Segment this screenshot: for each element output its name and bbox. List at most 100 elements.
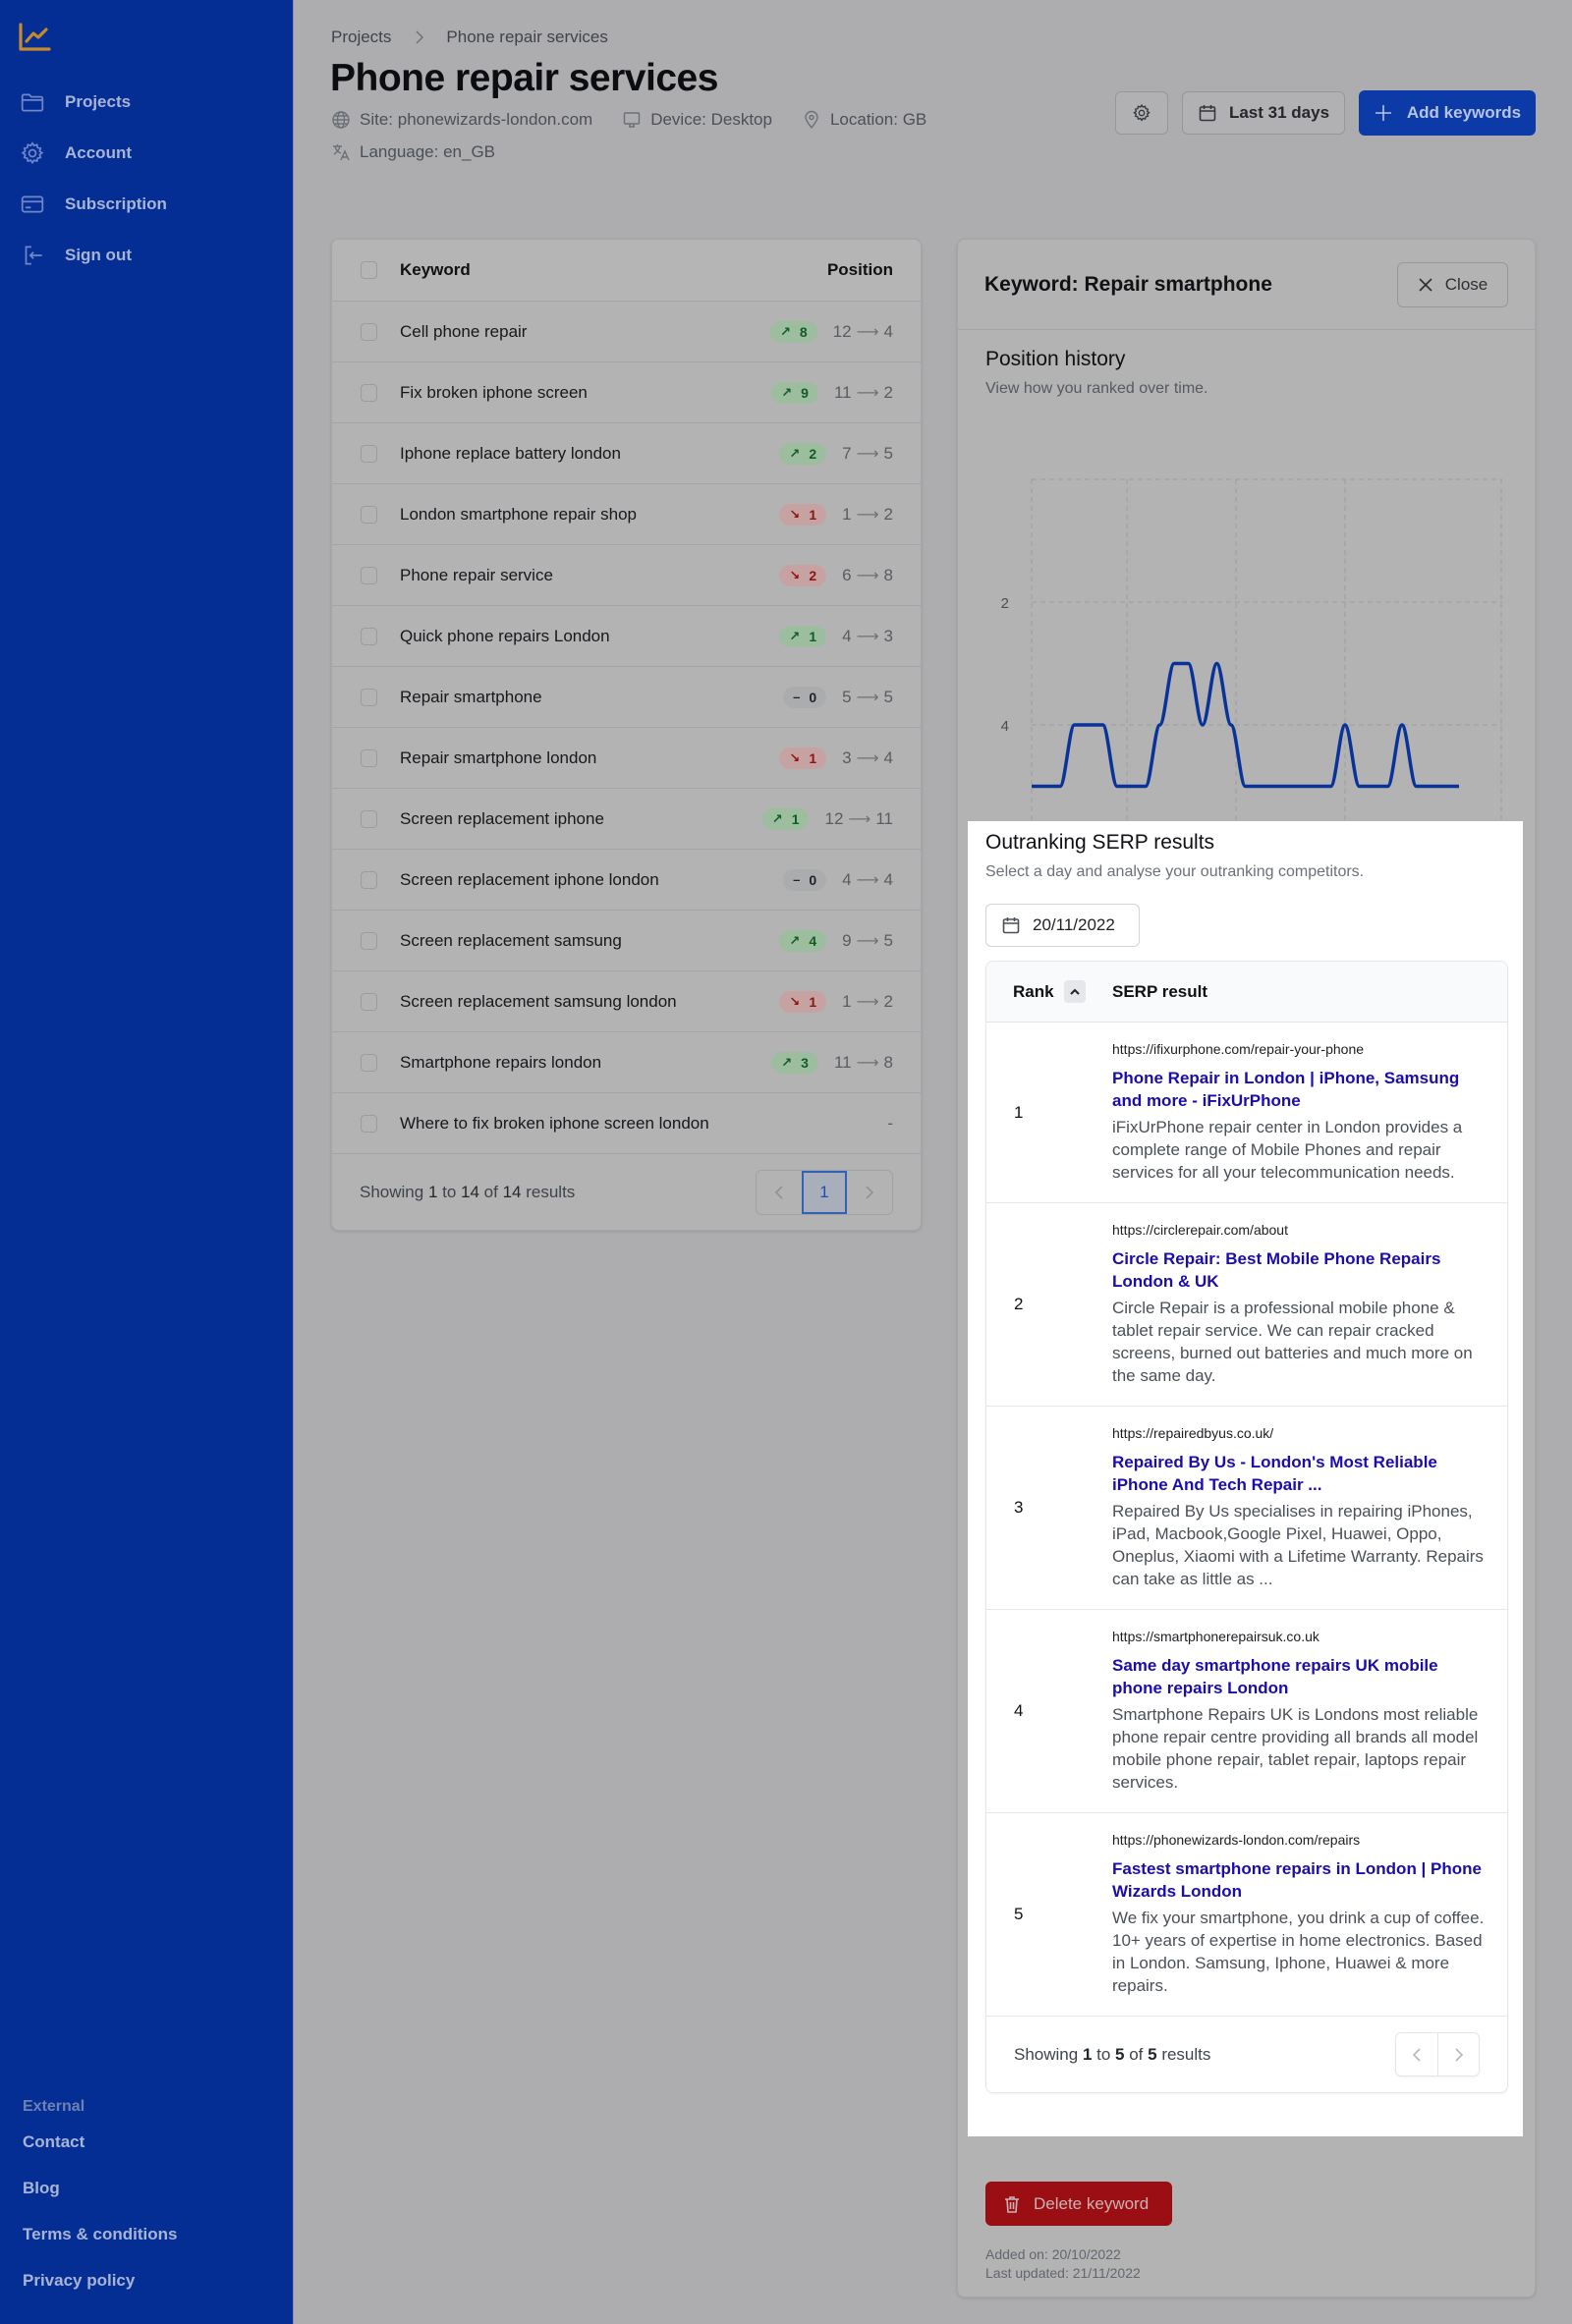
keyword-dates: Added on: 20/10/2022 Last updated: 21/11… xyxy=(985,2245,1141,2283)
row-checkbox[interactable] xyxy=(361,748,377,767)
serp-table-header: Rank SERP result xyxy=(986,962,1507,1023)
row-checkbox[interactable] xyxy=(361,627,377,645)
row-checkbox[interactable] xyxy=(361,1053,377,1072)
keyword-name[interactable]: Screen replacement iphone xyxy=(400,809,762,829)
next-page-button[interactable] xyxy=(847,1171,892,1214)
sidebar-item-subscription[interactable]: Subscription xyxy=(0,179,294,230)
breadcrumb-current[interactable]: Phone repair services xyxy=(446,28,607,47)
keyword-name[interactable]: Quick phone repairs London xyxy=(400,627,779,646)
row-checkbox[interactable] xyxy=(361,992,377,1011)
site-text: Site: phonewizards-london.com xyxy=(360,110,593,129)
keyword-name[interactable]: Cell phone repair xyxy=(400,322,770,342)
row-checkbox[interactable] xyxy=(361,383,377,402)
row-checkbox[interactable] xyxy=(361,505,377,524)
serp-result: https://phonewizards-london.com/repairs … xyxy=(1112,1813,1507,2016)
privacy-link[interactable]: Privacy policy xyxy=(23,2258,177,2304)
outranking-title: Outranking SERP results xyxy=(985,831,1215,854)
date-range-button[interactable]: Last 31 days xyxy=(1182,91,1345,135)
table-row[interactable]: Screen replacement iphone ↗ 1 12 ⟶ 11 xyxy=(332,789,921,850)
sidebar-item-account[interactable]: Account xyxy=(0,128,294,179)
position-to: 11 xyxy=(875,808,893,828)
row-checkbox[interactable] xyxy=(361,688,377,706)
sidebar-item-label: Account xyxy=(65,143,132,162)
row-checkbox[interactable] xyxy=(361,870,377,889)
table-row[interactable]: Repair smartphone london ↘ 1 3 ⟶ 4 xyxy=(332,728,921,789)
table-row[interactable]: Screen replacement samsung london ↘ 1 1 ⟶ 2 xyxy=(332,971,921,1032)
sort-rank-button[interactable] xyxy=(1063,980,1086,1003)
table-row[interactable]: Quick phone repairs London ↗ 1 4 ⟶ 3 xyxy=(332,606,921,667)
contact-link[interactable]: Contact xyxy=(23,2120,177,2166)
add-keywords-button[interactable]: Add keywords xyxy=(1359,90,1536,136)
keyword-name[interactable]: Phone repair service xyxy=(400,566,779,585)
blog-link[interactable]: Blog xyxy=(23,2166,177,2212)
position-change: 9 ⟶ 5 xyxy=(842,931,893,951)
serp-next-page-button[interactable] xyxy=(1437,2033,1479,2075)
row-checkbox[interactable] xyxy=(361,566,377,584)
arrow-right-icon: ⟶ xyxy=(856,323,879,341)
row-checkbox[interactable] xyxy=(361,322,377,341)
table-row[interactable]: Iphone replace battery london ↗ 2 7 ⟶ 5 xyxy=(332,423,921,484)
terms-link[interactable]: Terms & conditions xyxy=(23,2212,177,2258)
row-checkbox[interactable] xyxy=(361,1114,377,1133)
delete-keyword-button[interactable]: Delete keyword xyxy=(985,2182,1172,2226)
column-rank[interactable]: Rank xyxy=(986,980,1112,1003)
serp-title-link[interactable]: Phone Repair in London | iPhone, Samsung… xyxy=(1112,1067,1488,1112)
serp-title-link[interactable]: Fastest smartphone repairs in London | P… xyxy=(1112,1857,1488,1903)
position-history-subtitle: View how you ranked over time. xyxy=(985,380,1208,397)
table-row[interactable]: Repair smartphone –0 5 ⟶ 5 xyxy=(332,667,921,728)
position-to: 2 xyxy=(883,504,893,524)
settings-button[interactable] xyxy=(1115,91,1168,135)
serp-prev-page-button[interactable] xyxy=(1396,2033,1437,2075)
table-row[interactable]: London smartphone repair shop ↘ 1 1 ⟶ 2 xyxy=(332,484,921,545)
position-to: 5 xyxy=(883,687,893,706)
table-row[interactable]: Cell phone repair ↗ 8 12 ⟶ 4 xyxy=(332,302,921,362)
sidebar-item-sign-out[interactable]: Sign out xyxy=(0,230,294,281)
keyword-name[interactable]: Smartphone repairs london xyxy=(400,1053,771,1073)
table-row[interactable]: Phone repair service ↘ 2 6 ⟶ 8 xyxy=(332,545,921,606)
position-from: 4 xyxy=(842,869,852,889)
keyword-name[interactable]: Where to fix broken iphone screen london xyxy=(400,1114,887,1134)
keyword-name[interactable]: London smartphone repair shop xyxy=(400,505,779,525)
close-button[interactable]: Close xyxy=(1397,261,1508,307)
table-row[interactable]: Screen replacement iphone london –0 4 ⟶ 4 xyxy=(332,850,921,911)
globe-icon xyxy=(332,111,350,129)
serp-title-link[interactable]: Same day smartphone repairs UK mobile ph… xyxy=(1112,1654,1488,1699)
change-value: 1 xyxy=(791,810,800,827)
keyword-name[interactable]: Repair smartphone xyxy=(400,688,783,707)
table-row[interactable]: Where to fix broken iphone screen london… xyxy=(332,1093,921,1154)
arrow-right-icon: ⟶ xyxy=(856,749,879,767)
keyword-name[interactable]: Iphone replace battery london xyxy=(400,444,779,464)
row-checkbox[interactable] xyxy=(361,444,377,463)
keyword-name[interactable]: Screen replacement samsung xyxy=(400,931,779,951)
change-badge: ↘ 1 xyxy=(779,503,827,526)
plus-icon xyxy=(1375,105,1391,121)
sidebar-item-projects[interactable]: Projects xyxy=(0,77,294,128)
breadcrumb-projects[interactable]: Projects xyxy=(331,28,391,47)
row-checkbox[interactable] xyxy=(361,809,377,828)
keyword-name[interactable]: Screen replacement iphone london xyxy=(400,870,783,890)
position-history-title: Position history xyxy=(985,348,1126,370)
keyword-name[interactable]: Fix broken iphone screen xyxy=(400,383,771,403)
table-row[interactable]: Screen replacement samsung ↗ 4 9 ⟶ 5 xyxy=(332,911,921,971)
sign-out-icon xyxy=(25,246,42,265)
page-1-button[interactable]: 1 xyxy=(802,1171,847,1214)
sidebar-item-label: Projects xyxy=(65,92,132,111)
chart-line-icon[interactable] xyxy=(19,23,51,52)
keyword-name[interactable]: Screen replacement samsung london xyxy=(400,992,779,1012)
position-from: 7 xyxy=(842,443,852,463)
serp-title-link[interactable]: Repaired By Us - London's Most Reliable … xyxy=(1112,1451,1488,1496)
table-row[interactable]: Fix broken iphone screen ↗ 9 11 ⟶ 2 xyxy=(332,362,921,423)
prev-page-button[interactable] xyxy=(757,1171,802,1214)
chevron-left-icon xyxy=(774,1186,783,1199)
serp-title-link[interactable]: Circle Repair: Best Mobile Phone Repairs… xyxy=(1112,1247,1488,1293)
keyword-name[interactable]: Repair smartphone london xyxy=(400,748,779,768)
column-keyword[interactable]: Keyword xyxy=(400,260,827,280)
serp-result: https://repairedbyus.co.uk/ Repaired By … xyxy=(1112,1407,1507,1609)
row-checkbox[interactable] xyxy=(361,931,377,950)
project-meta-language: Language: en_GB xyxy=(331,142,525,162)
table-row[interactable]: Smartphone repairs london ↗ 3 11 ⟶ 8 xyxy=(332,1032,921,1093)
select-all-checkbox[interactable] xyxy=(361,261,377,279)
serp-date-picker[interactable]: 20/11/2022 xyxy=(985,904,1140,947)
column-position[interactable]: Position xyxy=(827,260,921,280)
position-from: 12 xyxy=(832,321,852,341)
